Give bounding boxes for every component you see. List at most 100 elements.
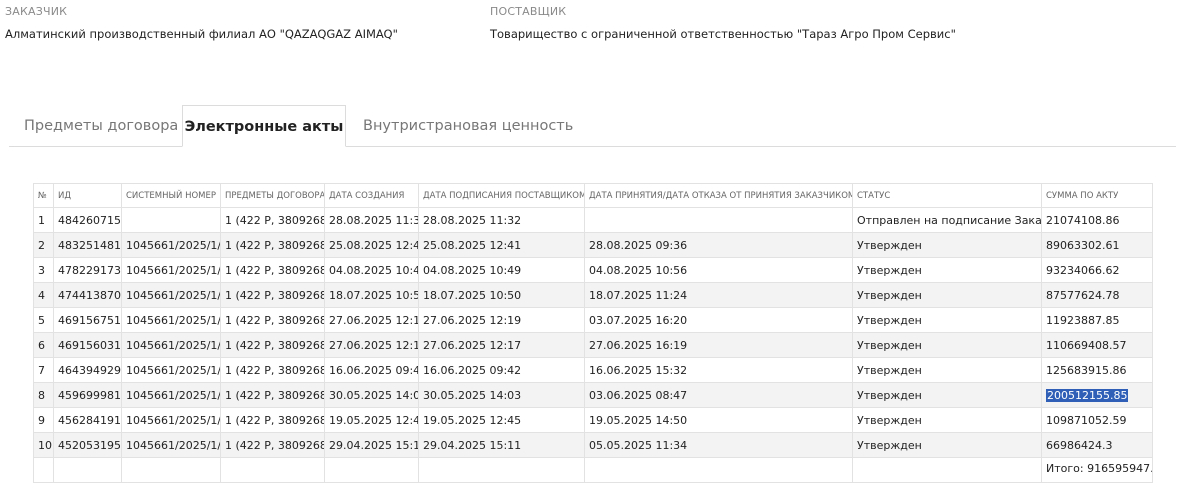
- customer-accepted-date-cell: 04.08.2025 10:56: [584, 257, 853, 283]
- id-cell: 4782291734: [53, 257, 122, 283]
- customer-accepted-date-cell: 19.05.2025 14:50: [584, 407, 853, 433]
- supplier-signed-date-cell: 29.04.2025 15:11: [418, 432, 585, 458]
- act-amount-cell: 110669408.57: [1041, 332, 1153, 358]
- system-number-cell: 1045661/2025/1/2: [121, 407, 221, 433]
- tab-bar: Предметы договора Электронные акты Внутр…: [9, 105, 1176, 147]
- acts-table: № ИД СИСТЕМНЫЙ НОМЕР ПРЕДМЕТЫ ДОГОВОРА ДАТА …: [33, 183, 1153, 483]
- number-cell: 7: [33, 357, 54, 383]
- act-amount-cell: 21074108.86: [1041, 207, 1153, 233]
- table-header-row: № ИД СИСТЕМНЫЙ НОМЕР ПРЕДМЕТЫ ДОГОВОРА ДАТА …: [33, 183, 1153, 208]
- act-amount-cell: 89063302.61: [1041, 232, 1153, 258]
- table-row[interactable]: 3 4782291734 1045661/2025/1/8 1 (422 Р, 380…: [33, 257, 1153, 283]
- table-row[interactable]: 4 4744138705 1045661/2025/1/7 1 (422 Р, 380…: [33, 282, 1153, 308]
- table-row[interactable]: 1 4842607159 1 (422 Р, 3809268) 28.08.2025 …: [33, 207, 1153, 233]
- id-cell: 4643949296: [53, 357, 122, 383]
- system-number-cell: [121, 207, 221, 233]
- total-amount: Итого: 916595947.89: [1041, 457, 1153, 483]
- act-amount-cell: 93234066.62: [1041, 257, 1153, 283]
- col-contract-items-header[interactable]: ПРЕДМЕТЫ ДОГОВОРА: [220, 183, 325, 208]
- id-cell: 4520531956: [53, 432, 122, 458]
- created-date-cell: 30.05.2025 14:02: [324, 382, 419, 408]
- col-id-header[interactable]: ИД: [53, 183, 122, 208]
- tab-electronic-acts[interactable]: Электронные акты: [182, 105, 346, 147]
- tab-local-content[interactable]: Внутристрановая ценность: [363, 105, 573, 146]
- contract-items-cell: 1 (422 Р, 3809268): [220, 257, 325, 283]
- status-cell: Утвержден: [852, 332, 1042, 358]
- created-date-cell: 18.07.2025 10:50: [324, 282, 419, 308]
- supplier-signed-date-cell: 19.05.2025 12:45: [418, 407, 585, 433]
- supplier-signed-date-cell: 30.05.2025 14:03: [418, 382, 585, 408]
- created-date-cell: 28.08.2025 11:31: [324, 207, 419, 233]
- table-row[interactable]: 6 4691560319 1045661/2025/1/5 1 (422 Р, 380…: [33, 332, 1153, 358]
- supplier-signed-date-cell: 27.06.2025 12:19: [418, 307, 585, 333]
- customer-accepted-date-cell: 03.06.2025 08:47: [584, 382, 853, 408]
- supplier-signed-date-cell: 25.08.2025 12:41: [418, 232, 585, 258]
- status-cell: Утвержден: [852, 307, 1042, 333]
- status-cell: Отправлен на подписание Заказчику: [852, 207, 1042, 233]
- col-system-number-header[interactable]: СИСТЕМНЫЙ НОМЕР: [121, 183, 221, 208]
- status-cell: Утвержден: [852, 357, 1042, 383]
- created-date-cell: 19.05.2025 12:44: [324, 407, 419, 433]
- customer-accepted-date-cell: 03.07.2025 16:20: [584, 307, 853, 333]
- number-cell: 3: [33, 257, 54, 283]
- number-cell: 2: [33, 232, 54, 258]
- col-status-header[interactable]: СТАТУС: [852, 183, 1042, 208]
- id-cell: 4596999814: [53, 382, 122, 408]
- system-number-cell: 1045661/2025/1/9: [121, 232, 221, 258]
- id-cell: 4691560319: [53, 332, 122, 358]
- number-cell: 6: [33, 332, 54, 358]
- contract-items-cell: 1 (422 Р, 3809268): [220, 282, 325, 308]
- table-row[interactable]: 10 4520531956 1045661/2025/1/1 1 (422 Р, 38…: [33, 432, 1153, 458]
- table-row[interactable]: 2 4832514810 1045661/2025/1/9 1 (422 Р, 380…: [33, 232, 1153, 258]
- act-amount-cell: 200512155.85: [1041, 382, 1153, 408]
- table-row[interactable]: 8 4596999814 1045661/2025/1/3 1 (422 Р, 380…: [33, 382, 1153, 408]
- contract-items-cell: 1 (422 Р, 3809268): [220, 407, 325, 433]
- system-number-cell: 1045661/2025/1/1: [121, 432, 221, 458]
- system-number-cell: 1045661/2025/1/6: [121, 307, 221, 333]
- id-cell: 4562841914: [53, 407, 122, 433]
- created-date-cell: 27.06.2025 12:16: [324, 332, 419, 358]
- id-cell: 4744138705: [53, 282, 122, 308]
- supplier-signed-date-cell: 16.06.2025 09:42: [418, 357, 585, 383]
- supplier-name: Товарищество с ограниченной ответственно…: [490, 27, 956, 41]
- table-row[interactable]: 7 4643949296 1045661/2025/1/4 1 (422 Р, 380…: [33, 357, 1153, 383]
- table-row[interactable]: 5 4691567518 1045661/2025/1/6 1 (422 Р, 380…: [33, 307, 1153, 333]
- customer-accepted-date-cell: 16.06.2025 15:32: [584, 357, 853, 383]
- contract-items-cell: 1 (422 Р, 3809268): [220, 232, 325, 258]
- supplier-signed-date-cell: 04.08.2025 10:49: [418, 257, 585, 283]
- number-cell: 4: [33, 282, 54, 308]
- tab-contract-items[interactable]: Предметы договора: [24, 105, 178, 146]
- act-amount-cell: 11923887.85: [1041, 307, 1153, 333]
- customer-name: Алматинский производственный филиал АО "…: [5, 27, 398, 41]
- act-amount-cell: 66986424.3: [1041, 432, 1153, 458]
- id-cell: 4842607159: [53, 207, 122, 233]
- supplier-signed-date-cell: 18.07.2025 10:50: [418, 282, 585, 308]
- supplier-block: ПОСТАВЩИК Товарищество с ограниченной от…: [490, 5, 956, 41]
- system-number-cell: 1045661/2025/1/4: [121, 357, 221, 383]
- customer-accepted-date-cell: [584, 207, 853, 233]
- status-cell: Утвержден: [852, 257, 1042, 283]
- number-cell: 10: [33, 432, 54, 458]
- created-date-cell: 29.04.2025 15:10: [324, 432, 419, 458]
- number-cell: 5: [33, 307, 54, 333]
- table-total-row: Итого: 916595947.89: [33, 457, 1153, 483]
- col-customer-accepted-date-header[interactable]: ДАТА ПРИНЯТИЯ/ДАТА ОТКАЗА ОТ ПРИНЯТИЯ ЗА…: [584, 183, 853, 208]
- system-number-cell: 1045661/2025/1/3: [121, 382, 221, 408]
- act-amount-cell: 109871052.59: [1041, 407, 1153, 433]
- customer-label: ЗАКАЗЧИК: [5, 5, 68, 18]
- created-date-cell: 25.08.2025 12:40: [324, 232, 419, 258]
- status-cell: Утвержден: [852, 282, 1042, 308]
- status-cell: Утвержден: [852, 382, 1042, 408]
- system-number-cell: 1045661/2025/1/7: [121, 282, 221, 308]
- col-created-date-header[interactable]: ДАТА СОЗДАНИЯ: [324, 183, 419, 208]
- customer-accepted-date-cell: 28.08.2025 09:36: [584, 232, 853, 258]
- created-date-cell: 04.08.2025 10:49: [324, 257, 419, 283]
- id-cell: 4691567518: [53, 307, 122, 333]
- col-number-header[interactable]: №: [33, 183, 54, 208]
- table-row[interactable]: 9 4562841914 1045661/2025/1/2 1 (422 Р, 380…: [33, 407, 1153, 433]
- contract-items-cell: 1 (422 Р, 3809268): [220, 307, 325, 333]
- id-cell: 4832514810: [53, 232, 122, 258]
- col-supplier-signed-date-header[interactable]: ДАТА ПОДПИСАНИЯ ПОСТАВЩИКОМ: [418, 183, 585, 208]
- status-cell: Утвержден: [852, 232, 1042, 258]
- col-act-amount-header[interactable]: СУММА ПО АКТУ: [1041, 183, 1153, 208]
